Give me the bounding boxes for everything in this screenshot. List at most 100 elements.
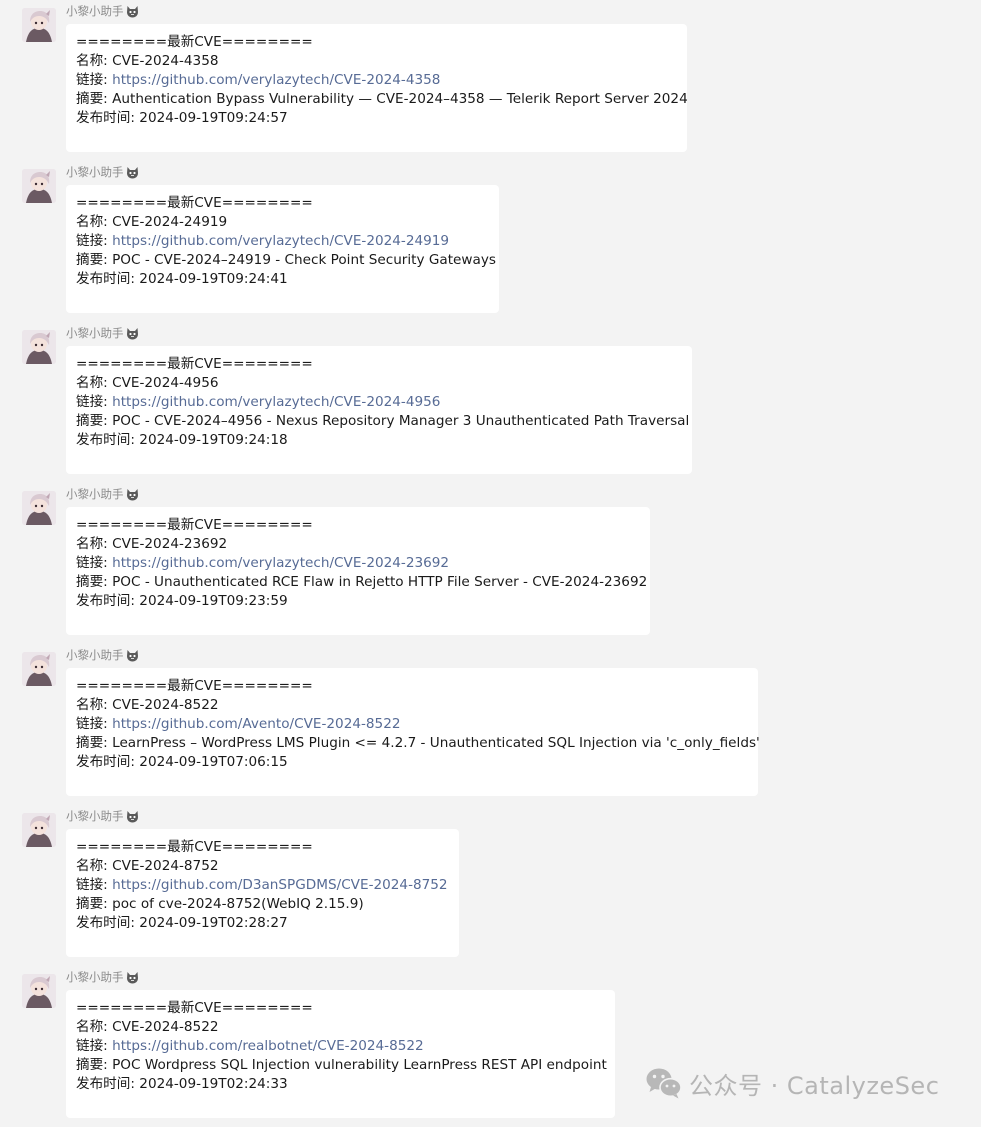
message-header: ========最新CVE======== [76, 356, 313, 372]
cve-time: 2024-09-19T09:24:18 [139, 432, 288, 448]
chat-message: 小黎小助手 ========最新CVE======== 名称: CVE-2024… [0, 322, 981, 483]
message-bubble[interactable]: ========最新CVE======== 名称: CVE-2024-23692… [66, 507, 650, 635]
name-label: 名称: [76, 214, 108, 230]
cve-time: 2024-09-19T09:24:57 [139, 110, 288, 126]
name-label: 名称: [76, 375, 108, 391]
link-label: 链接: [76, 1038, 108, 1054]
cve-link[interactable]: https://github.com/realbotnet/CVE-2024-8… [112, 1038, 424, 1054]
cve-name-row: 名称: CVE-2024-24919 [76, 213, 489, 232]
cve-summary: POC - Unauthenticated RCE Flaw in Rejett… [112, 574, 648, 590]
avatar[interactable] [22, 8, 56, 42]
cve-link[interactable]: https://github.com/verylazytech/CVE-2024… [112, 394, 440, 410]
cve-name-row: 名称: CVE-2024-8522 [76, 1018, 605, 1037]
cve-summary-row: 摘要: POC - CVE-2024–24919 - Check Point S… [76, 251, 496, 270]
link-label: 链接: [76, 394, 108, 410]
chat-message: 小黎小助手 ========最新CVE======== 名称: CVE-2024… [0, 483, 981, 644]
cve-name-row: 名称: CVE-2024-4358 [76, 52, 677, 71]
cve-name-row: 名称: CVE-2024-23692 [76, 535, 640, 554]
cat-face-icon [126, 488, 138, 500]
cve-name-row: 名称: CVE-2024-4956 [76, 374, 682, 393]
message-bubble[interactable]: ========最新CVE======== 名称: CVE-2024-8522 … [66, 668, 760, 796]
summary-label: 摘要: [76, 91, 108, 107]
cve-time: 2024-09-19T02:28:27 [139, 915, 288, 931]
cve-summary: POC - CVE-2024–24919 - Check Point Secur… [112, 252, 496, 268]
message-header: ========最新CVE======== [76, 839, 313, 855]
cat-face-icon [126, 649, 138, 661]
wechat-icon [646, 1068, 682, 1099]
sender-label: 小黎小助手 [66, 970, 124, 984]
cve-name: CVE-2024-4956 [112, 375, 219, 391]
message-bubble[interactable]: ========最新CVE======== 名称: CVE-2024-24919… [66, 185, 499, 313]
cve-link[interactable]: https://github.com/verylazytech/CVE-2024… [112, 555, 449, 571]
name-label: 名称: [76, 53, 108, 69]
cve-name-row: 名称: CVE-2024-8752 [76, 857, 449, 876]
time-label: 发布时间: [76, 1076, 135, 1092]
time-label: 发布时间: [76, 593, 135, 609]
cve-link-row: 链接: https://github.com/verylazytech/CVE-… [76, 71, 677, 90]
link-label: 链接: [76, 555, 108, 571]
summary-label: 摘要: [76, 1057, 108, 1073]
message-bubble[interactable]: ========最新CVE======== 名称: CVE-2024-4358 … [66, 24, 688, 152]
cve-time: 2024-09-19T09:23:59 [139, 593, 288, 609]
cve-name: CVE-2024-24919 [112, 214, 228, 230]
name-label: 名称: [76, 697, 108, 713]
sender-label: 小黎小助手 [66, 4, 124, 18]
sender-name: 小黎小助手 [66, 646, 139, 664]
summary-label: 摘要: [76, 252, 108, 268]
cve-time: 2024-09-19T02:24:33 [139, 1076, 288, 1092]
cve-link[interactable]: https://github.com/verylazytech/CVE-2024… [112, 233, 449, 249]
watermark: 公众号 · CatalyzeSec [645, 1066, 939, 1100]
sender-name: 小黎小助手 [66, 807, 139, 825]
avatar[interactable] [22, 974, 56, 1008]
cat-face-icon [126, 327, 138, 339]
time-label: 发布时间: [76, 915, 135, 931]
chat-message: 小黎小助手 ========最新CVE======== 名称: CVE-2024… [0, 966, 981, 1127]
sender-name: 小黎小助手 [66, 968, 139, 986]
cve-time-row: 发布时间: 2024-09-19T09:24:41 [76, 270, 489, 289]
cve-summary-row: 摘要: POC - Unauthenticated RCE Flaw in Re… [76, 573, 647, 592]
time-label: 发布时间: [76, 754, 135, 770]
cve-link-row: 链接: https://github.com/realbotnet/CVE-20… [76, 1037, 605, 1056]
cve-time: 2024-09-19T09:24:41 [139, 271, 288, 287]
sender-name: 小黎小助手 [66, 163, 139, 181]
cve-time-row: 发布时间: 2024-09-19T09:24:18 [76, 431, 682, 450]
message-bubble[interactable]: ========最新CVE======== 名称: CVE-2024-4956 … [66, 346, 692, 474]
cve-link-row: 链接: https://github.com/D3anSPGDMS/CVE-20… [76, 876, 449, 895]
message-bubble[interactable]: ========最新CVE======== 名称: CVE-2024-8522 … [66, 990, 615, 1118]
cve-link[interactable]: https://github.com/Avento/CVE-2024-8522 [112, 716, 400, 732]
avatar[interactable] [22, 813, 56, 847]
cve-link-row: 链接: https://github.com/Avento/CVE-2024-8… [76, 715, 748, 734]
cve-link-row: 链接: https://github.com/verylazytech/CVE-… [76, 554, 640, 573]
chat-message: 小黎小助手 ========最新CVE======== 名称: CVE-2024… [0, 644, 981, 805]
cve-link[interactable]: https://github.com/verylazytech/CVE-2024… [112, 72, 440, 88]
avatar[interactable] [22, 169, 56, 203]
sender-name: 小黎小助手 [66, 324, 139, 342]
cve-summary-row: 摘要: LearnPress – WordPress LMS Plugin <=… [76, 734, 760, 753]
cve-summary-row: 摘要: POC - CVE-2024–4956 - Nexus Reposito… [76, 412, 689, 431]
cve-summary-row: 摘要: Authentication Bypass Vulnerability … [76, 90, 688, 109]
chat-message: 小黎小助手 ========最新CVE======== 名称: CVE-2024… [0, 161, 981, 322]
cve-name: CVE-2024-8752 [112, 858, 219, 874]
cve-name: CVE-2024-4358 [112, 53, 219, 69]
cve-link[interactable]: https://github.com/D3anSPGDMS/CVE-2024-8… [112, 877, 447, 893]
cve-time-row: 发布时间: 2024-09-19T07:06:15 [76, 753, 748, 772]
summary-label: 摘要: [76, 574, 108, 590]
sender-label: 小黎小助手 [66, 487, 124, 501]
avatar[interactable] [22, 652, 56, 686]
name-label: 名称: [76, 1019, 108, 1035]
chat-area: 小黎小助手 ========最新CVE======== 名称: CVE-2024… [0, 0, 981, 1121]
cat-face-icon [126, 166, 138, 178]
summary-label: 摘要: [76, 735, 108, 751]
avatar[interactable] [22, 491, 56, 525]
cve-summary: Authentication Bypass Vulnerability — CV… [112, 91, 688, 107]
link-label: 链接: [76, 716, 108, 732]
message-bubble[interactable]: ========最新CVE======== 名称: CVE-2024-8752 … [66, 829, 459, 957]
avatar[interactable] [22, 330, 56, 364]
message-header: ========最新CVE======== [76, 678, 313, 694]
chat-message: 小黎小助手 ========最新CVE======== 名称: CVE-2024… [0, 0, 981, 161]
cve-summary-row: 摘要: poc of cve-2024-8752(WebIQ 2.15.9) [76, 895, 449, 914]
link-label: 链接: [76, 877, 108, 893]
cve-name: CVE-2024-8522 [112, 697, 219, 713]
message-header: ========最新CVE======== [76, 34, 313, 50]
link-label: 链接: [76, 233, 108, 249]
